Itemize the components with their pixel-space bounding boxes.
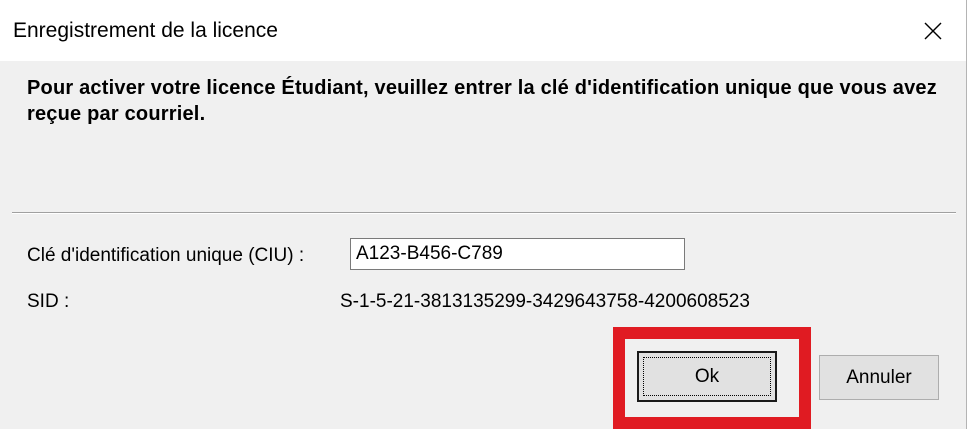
focus-ring <box>643 357 771 396</box>
ok-button[interactable]: Ok <box>637 351 777 402</box>
close-icon <box>924 22 942 39</box>
ciu-label: Clé d'identification unique (CIU) : <box>27 245 305 266</box>
cancel-button-label: Annuler <box>846 366 912 388</box>
title-bar: Enregistrement de la licence <box>0 0 966 61</box>
ciu-input[interactable] <box>350 238 685 270</box>
close-button[interactable] <box>900 0 966 61</box>
sid-label: SID : <box>27 291 70 312</box>
sid-value: S-1-5-21-3813135299-3429643758-420060852… <box>340 291 750 312</box>
separator <box>12 212 956 214</box>
license-dialog: Enregistrement de la licence Pour active… <box>0 0 967 429</box>
cancel-button[interactable]: Annuler <box>819 355 939 400</box>
window-title: Enregistrement de la licence <box>13 19 278 42</box>
instructions-text: Pour activer votre licence Étudiant, veu… <box>27 77 937 125</box>
